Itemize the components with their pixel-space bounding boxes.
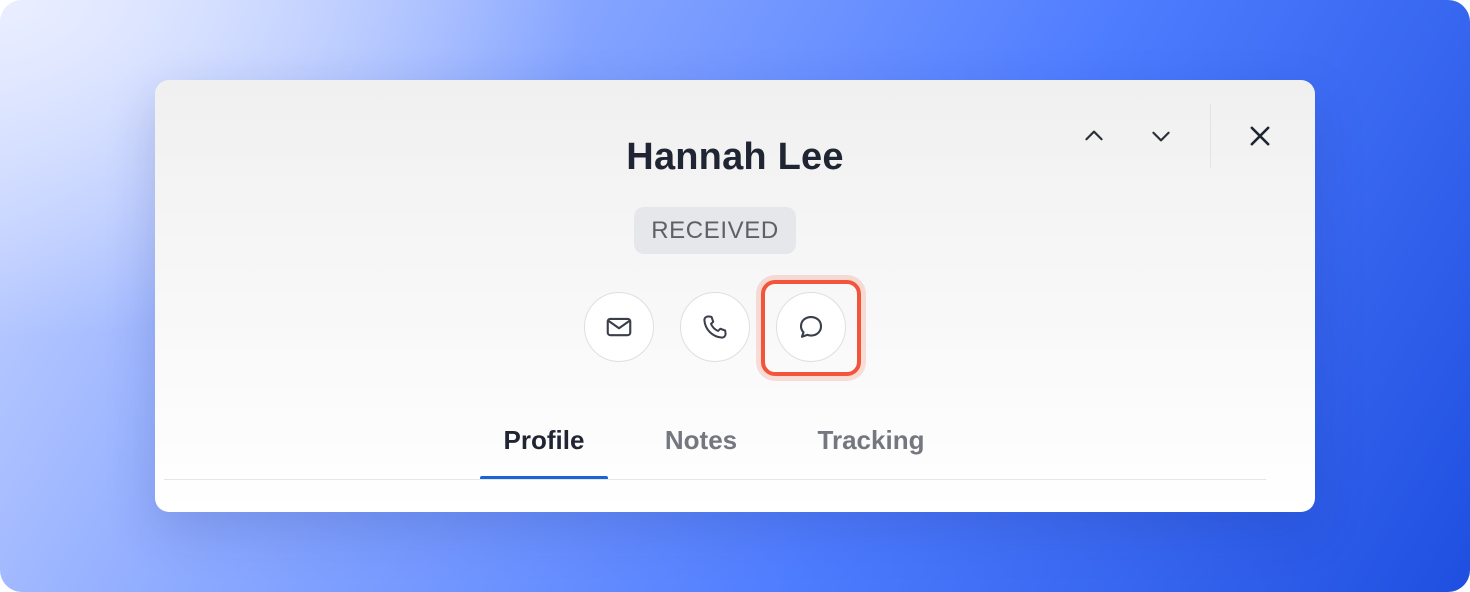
close-button[interactable] [1236, 112, 1284, 160]
tab-tracking[interactable]: Tracking [800, 420, 942, 460]
chevron-up-icon [1085, 130, 1103, 141]
chevron-down-icon [1152, 131, 1170, 142]
mail-icon [606, 317, 632, 337]
background-canvas: Hannah Lee RECEIVED Profile Notes Tracki… [0, 0, 1470, 592]
email-button[interactable] [584, 292, 654, 362]
tab-notes[interactable]: Notes [646, 420, 756, 460]
previous-button[interactable] [1070, 112, 1118, 160]
call-button[interactable] [680, 292, 750, 362]
phone-icon [703, 315, 727, 339]
tabs-divider [164, 479, 1266, 480]
close-icon [1250, 126, 1270, 146]
contact-panel-layer: Hannah Lee RECEIVED Profile Notes Tracki… [0, 0, 1470, 592]
message-button-highlight [761, 280, 861, 376]
next-button[interactable] [1137, 112, 1185, 160]
header-divider [1210, 104, 1211, 168]
tab-profile[interactable]: Profile [480, 420, 608, 460]
status-badge: RECEIVED [634, 207, 796, 254]
